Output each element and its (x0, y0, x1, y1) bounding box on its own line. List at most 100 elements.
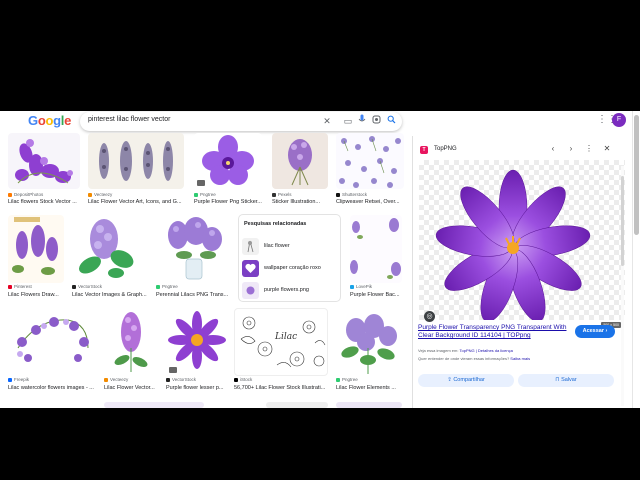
image-result[interactable]: Vecteezy Lilac Flower Vector Art, Icons,… (88, 133, 184, 221)
result-title[interactable]: Clipweaver Retsei, Over... (336, 199, 404, 205)
page-scrollbar[interactable] (632, 111, 640, 408)
result-thumbnail[interactable] (266, 402, 328, 408)
image-result[interactable]: VectorStock Lilac Vector Images & Graph.… (72, 215, 148, 305)
result-title[interactable]: Lilac flowers Stock Vector ... (8, 199, 80, 205)
related-searches: Pesquisas relacionadas lilac flower wall… (238, 214, 341, 302)
result-title[interactable]: Sticker Illustration... (272, 199, 328, 205)
image-result[interactable]: DepositPhotos Lilac flowers Stock Vector… (8, 133, 80, 221)
logo-letter: G (28, 113, 38, 128)
related-item[interactable]: lilac flower (242, 237, 338, 255)
result-thumbnail[interactable] (336, 133, 404, 189)
related-thumbnail (242, 259, 259, 277)
image-type-badge (169, 367, 177, 373)
license-link[interactable]: TopPNG | Detalhes da licença (460, 348, 513, 353)
note-prefix: Quer entender de onde vieram essas infor… (418, 356, 510, 361)
image-result[interactable]: Pngtree Lilac Flower Elements ... (336, 308, 402, 398)
close-icon[interactable]: ✕ (601, 143, 613, 155)
result-title[interactable]: Lilac watercolor flowers images - ... (8, 385, 96, 391)
result-title[interactable]: Purple flower lesser p... (166, 385, 228, 391)
result-thumbnail[interactable]: Lilac (234, 308, 328, 376)
result-title[interactable]: Lilac Flower Elements ... (336, 385, 402, 391)
apps-icon[interactable]: ⋮⋮ (597, 114, 617, 126)
image-result[interactable]: Shutterstock Clipweaver Retsei, Over... (336, 133, 404, 221)
result-title[interactable]: Lilac Vector Images & Graph... (72, 292, 148, 298)
image-result[interactable]: VectorStock Purple flower lesser p... (166, 308, 228, 398)
result-thumbnail[interactable] (336, 308, 402, 376)
image-result[interactable]: Pexels Sticker Illustration... (272, 133, 328, 221)
result-source: Pinterest (8, 284, 32, 289)
result-title[interactable]: Purple Flower Bac... (350, 292, 402, 298)
image-result[interactable]: LovePik Purple Flower Bac... (350, 215, 402, 305)
result-thumbnail[interactable] (72, 215, 148, 283)
result-title[interactable]: Lilac Flower Vector Art, Icons, and G... (88, 199, 184, 205)
source-label: LovePik (356, 284, 373, 289)
result-title[interactable]: 56,700+ Lilac Flower Stock Illustrati... (234, 385, 328, 391)
image-result[interactable]: Pinterest Lilac Flowers Draw... (8, 215, 64, 305)
source-label: Pngtree (342, 377, 358, 382)
learn-more-link[interactable]: Saiba mais (510, 356, 530, 361)
result-source: Pngtree (194, 192, 216, 197)
result-thumbnail[interactable] (88, 133, 184, 189)
result-title[interactable]: Lilac Flower Vector... (104, 385, 158, 391)
result-source: VectorStock (72, 284, 102, 289)
search-header: Google pinterest lilac flower vector ✕ ▭… (0, 111, 632, 133)
close-icon[interactable]: ✕ (320, 114, 334, 128)
preview-image[interactable]: ◎ 500 × 500 (419, 160, 625, 328)
image-result[interactable]: Pngtree Purple Flower Png Sticker... (194, 133, 262, 221)
save-button[interactable]: ⊓ Salvar (518, 374, 614, 387)
keyboard-icon[interactable]: ▭ (341, 114, 355, 128)
image-result[interactable] (266, 402, 328, 408)
image-result[interactable] (104, 402, 204, 408)
result-source: LovePik (350, 284, 372, 289)
image-type-badge (197, 180, 205, 186)
result-title[interactable]: Perennial Lilacs PNG Trans... (156, 292, 232, 298)
result-thumbnail[interactable] (336, 402, 402, 408)
save-label: Salvar (561, 377, 577, 383)
image-result[interactable]: Pngtree Perennial Lilacs PNG Trans... (156, 215, 232, 305)
result-thumbnail[interactable] (8, 215, 64, 283)
result-source: Pngtree (336, 377, 358, 382)
image-result[interactable] (336, 402, 402, 408)
page-scrollbar-thumb[interactable] (634, 115, 639, 235)
share-icon: ⇪ (447, 377, 452, 383)
result-thumbnail[interactable] (8, 308, 96, 376)
chevron-left-icon[interactable]: ‹ (547, 143, 559, 155)
search-box[interactable]: pinterest lilac flower vector ✕ ▭ (80, 112, 402, 131)
preview-title-link[interactable]: Purple Flower Transparency PNG Transpare… (418, 324, 568, 340)
share-button[interactable]: ⇪ Compartilhar (418, 374, 514, 387)
logo-letter: o (37, 113, 46, 128)
lens-icon[interactable]: ◎ (424, 311, 435, 322)
result-thumbnail[interactable] (8, 133, 80, 189)
image-result[interactable]: Freepik Lilac watercolor flowers images … (8, 308, 96, 398)
visit-button[interactable]: Acessar › (575, 325, 615, 338)
result-thumbnail[interactable] (156, 215, 232, 283)
browser-viewport: Google pinterest lilac flower vector ✕ ▭… (0, 111, 632, 408)
result-thumbnail[interactable] (194, 133, 262, 189)
result-title[interactable]: Purple Flower Png Sticker... (194, 199, 262, 205)
result-source: VectorStock (166, 377, 196, 382)
related-thumbnail (242, 281, 259, 299)
source-label: Shutterstock (342, 192, 368, 197)
related-item[interactable]: purple flowers.png (242, 281, 338, 299)
mic-icon[interactable] (355, 114, 369, 128)
result-thumbnail[interactable] (104, 308, 158, 376)
related-item[interactable]: wallpaper coração roxo (242, 259, 338, 277)
chevron-right-icon[interactable]: › (565, 143, 577, 155)
image-result[interactable]: Lilac iStock 56,700+ Lilac Flower Stock … (234, 308, 328, 398)
result-title[interactable]: Lilac Flowers Draw... (8, 292, 64, 298)
result-thumbnail[interactable] (272, 133, 328, 189)
search-icon[interactable] (384, 114, 398, 128)
panel-scrollbar[interactable] (621, 166, 624, 406)
result-thumbnail[interactable] (350, 215, 402, 283)
result-thumbnail[interactable] (104, 402, 204, 408)
share-label: Compartilhar (453, 377, 485, 383)
avatar[interactable]: F (612, 113, 626, 127)
lens-icon[interactable] (369, 114, 383, 128)
more-icon[interactable]: ⋮ (583, 143, 595, 155)
panel-scrollbar-thumb[interactable] (621, 176, 624, 266)
site-name[interactable]: TopPNG (434, 146, 457, 152)
google-logo[interactable]: Google (28, 113, 71, 128)
search-input[interactable]: pinterest lilac flower vector (88, 116, 170, 123)
result-thumbnail[interactable] (166, 308, 228, 376)
image-result[interactable]: Vecteezy Lilac Flower Vector... (104, 308, 158, 398)
